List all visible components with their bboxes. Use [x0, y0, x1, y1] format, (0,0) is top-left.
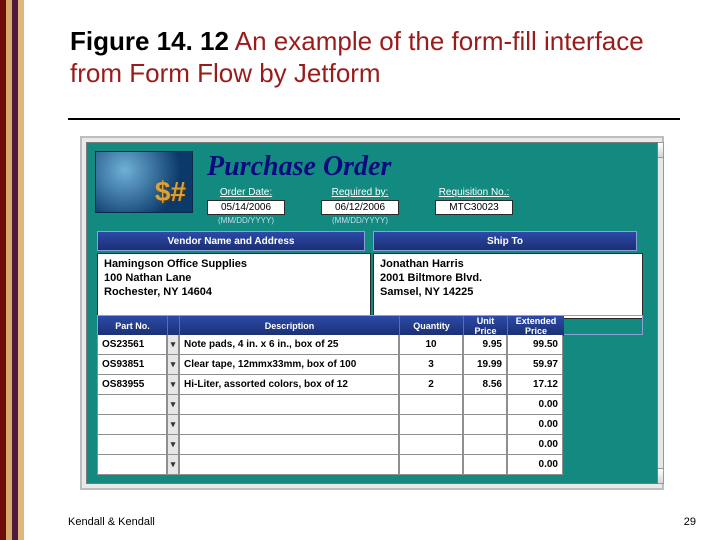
part-dropdown-button[interactable]	[167, 435, 179, 455]
vendor-line: 100 Nathan Lane	[104, 272, 364, 286]
part-dropdown-button[interactable]	[167, 375, 179, 395]
figure-number: Figure 14. 12	[70, 26, 229, 56]
quantity-field[interactable]	[399, 415, 463, 435]
order-date-group: Order Date: 05/14/2006 (MM/DD/YYYY)	[207, 187, 285, 225]
quantity-field[interactable]: 3	[399, 355, 463, 375]
unit-price-field[interactable]: 9.95	[463, 335, 507, 355]
unit-price-field[interactable]	[463, 435, 507, 455]
description-field[interactable]	[179, 415, 399, 435]
col-description: Description	[180, 316, 400, 336]
extended-price-cell: 0.00	[507, 455, 563, 475]
shipto-address-field[interactable]: Jonathan Harris 2001 Biltmore Blvd. Sams…	[373, 253, 643, 319]
quantity-field[interactable]	[399, 435, 463, 455]
table-row: 0.00	[97, 455, 643, 475]
part-dropdown-button[interactable]	[167, 415, 179, 435]
part-no-field[interactable]: OS23561	[97, 335, 167, 355]
extended-price-cell: 99.50	[507, 335, 563, 355]
shipto-section-header: Ship To	[373, 231, 637, 251]
required-by-label: Required by:	[332, 187, 389, 198]
vendor-section-header: Vendor Name and Address	[97, 231, 365, 251]
description-field[interactable]: Clear tape, 12mmx33mm, box of 100	[179, 355, 399, 375]
slide: Figure 14. 12 An example of the form-fil…	[0, 0, 720, 540]
header-fields: Order Date: 05/14/2006 (MM/DD/YYYY) Requ…	[207, 187, 637, 225]
table-row: OS83955 Hi-Liter, assorted colors, box of…	[97, 375, 643, 395]
extended-price-cell: 0.00	[507, 435, 563, 455]
shipto-line: 2001 Biltmore Blvd.	[380, 272, 636, 286]
shipto-line: Jonathan Harris	[380, 258, 636, 272]
date-hint: (MM/DD/YYYY)	[332, 216, 388, 225]
table-row: OS93851 Clear tape, 12mmx33mm, box of 100…	[97, 355, 643, 375]
footer-credit: Kendall & Kendall	[68, 516, 155, 528]
accent-stripe	[18, 0, 24, 540]
footer-page-number: 29	[684, 516, 696, 528]
table-row: 0.00	[97, 415, 643, 435]
vendor-line: Rochester, NY 14604	[104, 286, 364, 300]
vendor-address-field[interactable]: Hamingson Office Supplies 100 Nathan Lan…	[97, 253, 371, 319]
table-row: 0.00	[97, 435, 643, 455]
globe-money-icon	[95, 151, 193, 213]
description-field[interactable]: Note pads, 4 in. x 6 in., box of 25	[179, 335, 399, 355]
quantity-field[interactable]: 10	[399, 335, 463, 355]
col-spacer	[168, 316, 180, 336]
extended-price-cell: 0.00	[507, 415, 563, 435]
form-heading: Purchase Order	[207, 151, 637, 183]
line-items: OS23561 Note pads, 4 in. x 6 in., box of …	[97, 335, 643, 475]
unit-price-field[interactable]	[463, 415, 507, 435]
form-canvas: Purchase Order Order Date: 05/14/2006 (M…	[86, 142, 658, 484]
table-row: OS23561 Note pads, 4 in. x 6 in., box of …	[97, 335, 643, 355]
col-quantity: Quantity	[400, 316, 464, 336]
req-no-group: Requisition No.: MTC30023	[435, 187, 513, 225]
part-no-field[interactable]	[97, 395, 167, 415]
slide-title: Figure 14. 12 An example of the form-fil…	[70, 26, 680, 89]
col-ext-price: Extended Price	[508, 316, 564, 336]
part-no-field[interactable]	[97, 415, 167, 435]
part-no-field[interactable]: OS83955	[97, 375, 167, 395]
req-no-field[interactable]: MTC30023	[435, 200, 513, 215]
line-items-header: Part No. Description Quantity Unit Price…	[97, 315, 643, 335]
shipto-line: Samsel, NY 14225	[380, 286, 636, 300]
description-field[interactable]	[179, 455, 399, 475]
part-no-field[interactable]	[97, 435, 167, 455]
required-by-group: Required by: 06/12/2006 (MM/DD/YYYY)	[321, 187, 399, 225]
quantity-field[interactable]	[399, 395, 463, 415]
date-hint: (MM/DD/YYYY)	[218, 216, 274, 225]
unit-price-field[interactable]	[463, 455, 507, 475]
title-rule	[68, 118, 680, 120]
extended-price-cell: 59.97	[507, 355, 563, 375]
col-unit-price: Unit Price	[464, 316, 508, 336]
part-dropdown-button[interactable]	[167, 355, 179, 375]
table-row: 0.00	[97, 395, 643, 415]
description-field[interactable]	[179, 435, 399, 455]
part-no-field[interactable]: OS93851	[97, 355, 167, 375]
quantity-field[interactable]: 2	[399, 375, 463, 395]
order-date-field[interactable]: 05/14/2006	[207, 200, 285, 215]
quantity-field[interactable]	[399, 455, 463, 475]
required-by-field[interactable]: 06/12/2006	[321, 200, 399, 215]
order-date-label: Order Date:	[220, 187, 272, 198]
extended-price-cell: 0.00	[507, 395, 563, 415]
description-field[interactable]: Hi-Liter, assorted colors, box of 12	[179, 375, 399, 395]
description-field[interactable]	[179, 395, 399, 415]
extended-price-cell: 17.12	[507, 375, 563, 395]
form-window: ▲ ▼ Purchase Order Order Date: 05/14/200…	[80, 136, 664, 490]
unit-price-field[interactable]	[463, 395, 507, 415]
req-no-label: Requisition No.:	[439, 187, 510, 198]
unit-price-field[interactable]: 8.56	[463, 375, 507, 395]
part-dropdown-button[interactable]	[167, 335, 179, 355]
col-part: Part No.	[98, 316, 168, 336]
part-no-field[interactable]	[97, 455, 167, 475]
unit-price-field[interactable]: 19.99	[463, 355, 507, 375]
vendor-line: Hamingson Office Supplies	[104, 258, 364, 272]
part-dropdown-button[interactable]	[167, 455, 179, 475]
part-dropdown-button[interactable]	[167, 395, 179, 415]
